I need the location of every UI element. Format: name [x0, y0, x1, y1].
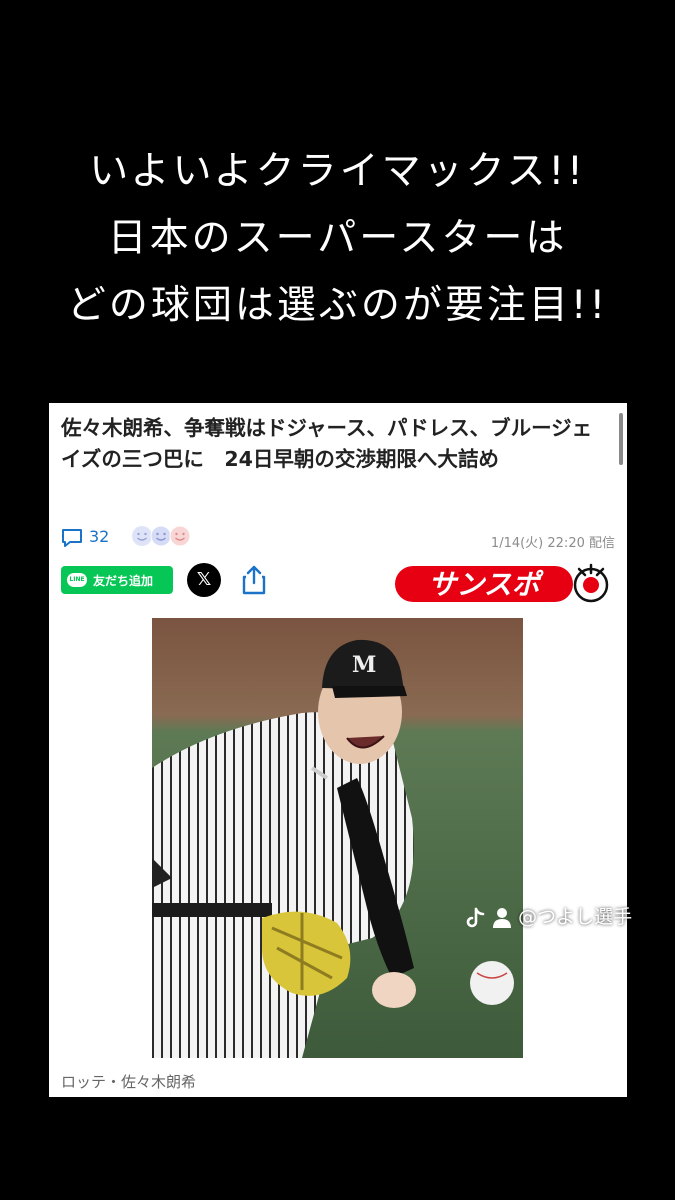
article-meta: 32 1/14(火) 22:20 配信	[61, 523, 615, 553]
tiktok-icon	[466, 907, 485, 927]
article-headline[interactable]: 佐々木朗希、争奪戦はドジャース、パドレス、ブルージェイズの三つ巴に 24日早朝の…	[61, 413, 601, 475]
line-add-friend-button[interactable]: LINE 友だち追加	[61, 566, 173, 594]
cap-logo: M	[352, 652, 376, 678]
caption-line-3: どの球団は選ぶのが要注目!!	[66, 283, 609, 328]
creator-watermark: @つよし選手	[466, 902, 632, 929]
overlay-caption: いよいよクライマックス!! 日本のスーパースターは どの球団は選ぶのが要注目!!	[0, 138, 675, 339]
scrollbar[interactable]	[619, 413, 623, 465]
comment-icon[interactable]	[61, 528, 83, 548]
published-time: 1/14(火) 22:20 配信	[490, 536, 615, 551]
x-share-button[interactable]: 𝕏	[187, 563, 221, 597]
comment-count[interactable]: 32	[89, 527, 109, 546]
person-icon	[493, 907, 512, 928]
watermark-handle: @つよし選手	[518, 906, 633, 928]
caption-line-1: いよいよクライマックス!!	[89, 149, 586, 194]
news-article-card: 佐々木朗希、争奪戦はドジャース、パドレス、ブルージェイズの三つ巴に 24日早朝の…	[49, 403, 627, 1097]
article-photo[interactable]: M	[152, 618, 523, 1058]
sanspo-logo[interactable]: サンスポ	[393, 563, 615, 605]
share-row: LINE 友だち追加 𝕏 サンスポ	[61, 563, 615, 603]
line-button-label: 友だち追加	[93, 574, 154, 588]
caption-line-2: 日本のスーパースターは	[107, 216, 568, 261]
pitcher-photo: M	[152, 618, 523, 1058]
photo-caption: ロッテ・佐々木朗希	[61, 1073, 197, 1091]
share-icon[interactable]	[241, 565, 267, 595]
line-icon: LINE	[67, 573, 87, 587]
sanspo-logo-text: サンスポ	[428, 568, 543, 601]
happy-face-icon	[169, 525, 191, 547]
